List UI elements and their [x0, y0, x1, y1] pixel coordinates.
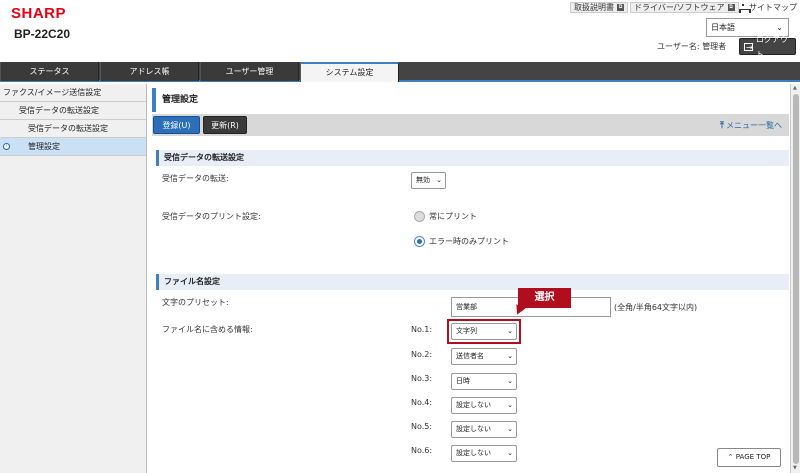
filename-include-label: ファイル名に含める情報:	[162, 325, 253, 334]
highlight-frame	[447, 319, 521, 344]
sidebar-item-fax-image-send[interactable]: ファクス/イメージ送信設定	[0, 84, 146, 102]
transfer-label: 受信データの転送:	[162, 174, 229, 183]
radio-always-print-label: 常にプリント	[429, 212, 477, 221]
chevron-down-icon: ⌄	[507, 401, 513, 409]
filename-select-4[interactable]: 設定しない ⌄	[451, 397, 517, 414]
scrollbar-thumb[interactable]	[793, 94, 799, 464]
transfer-select[interactable]: 無効 ⌄	[411, 172, 446, 189]
radio-error-only-print-label: エラー時のみプリント	[429, 237, 509, 246]
sidebar-item-admin-settings[interactable]: › 管理設定	[0, 138, 146, 156]
radio-always-print[interactable]	[414, 211, 425, 222]
page-title: 管理設定	[152, 88, 789, 112]
menu-list-label: メニュー一覧へ	[725, 121, 782, 130]
preset-hint: (全角/半角64文字以内)	[614, 303, 698, 312]
sidebar-item-forwarding[interactable]: 受信データの転送設定	[0, 102, 146, 120]
tab-system-settings[interactable]: システム設定	[300, 62, 399, 82]
tab-address-book[interactable]: アドレス帳	[100, 62, 199, 81]
sitemap-label: サイトマップ	[749, 3, 797, 12]
driver-link-label: ドライバー/ソフトウェア	[634, 3, 725, 12]
filename-select-3-value: 日時	[456, 377, 470, 385]
save-button[interactable]: 登録(U)	[153, 116, 200, 134]
chevron-down-icon: ⌄	[507, 425, 513, 433]
sitemap-link[interactable]: サイトマップ	[739, 2, 797, 13]
chevron-down-icon: ⌄	[507, 377, 513, 385]
row-no-3: No.3:	[411, 374, 433, 383]
sitemap-icon	[739, 3, 751, 13]
row-no-1: No.1:	[411, 325, 433, 334]
main-tabbar: ステータス アドレス帳 ユーザー管理 システム設定	[0, 62, 800, 82]
sidebar-item-label: 管理設定	[28, 142, 60, 151]
chevron-down-icon: ⌄	[507, 352, 513, 360]
filename-select-2[interactable]: 送信者名 ⌄	[451, 348, 517, 365]
refresh-button[interactable]: 更新(R)	[203, 116, 247, 134]
tab-user-management[interactable]: ユーザー管理	[200, 62, 299, 81]
print-setting-label: 受信データのプリント設定:	[162, 212, 261, 221]
filename-select-5[interactable]: 設定しない ⌄	[451, 421, 517, 438]
filename-select-6[interactable]: 設定しない ⌄	[451, 445, 517, 462]
arrow-up-icon: ⤒	[720, 120, 724, 131]
scroll-up-icon[interactable]: ▲	[793, 85, 797, 91]
menu-list-link[interactable]: ⤒ メニュー一覧へ	[720, 120, 782, 131]
tab-status[interactable]: ステータス	[0, 62, 99, 81]
chevron-down-icon: ⌄	[436, 176, 442, 184]
preset-label: 文字のプリセット:	[162, 298, 229, 307]
radio-error-only-print[interactable]	[414, 236, 425, 247]
page-top-button[interactable]: ⌃ PAGE TOP	[717, 448, 781, 467]
selected-bullet-icon: ›	[3, 143, 10, 150]
section-title-filename: ファイル名設定	[156, 274, 789, 290]
row-no-4: No.4:	[411, 398, 433, 407]
language-value: 日本語	[711, 23, 735, 32]
row-no-5: No.5:	[411, 422, 433, 431]
filename-select-5-value: 設定しない	[456, 425, 491, 433]
caret-up-icon: ⌃	[727, 453, 734, 461]
external-link-icon: ⧉	[727, 4, 735, 11]
manual-link-label: 取扱説明書	[574, 3, 614, 12]
external-link-icon: ⧉	[617, 4, 624, 11]
filename-select-2-value: 送信者名	[456, 352, 484, 360]
username-label: ユーザー名: 管理者	[657, 42, 727, 51]
scroll-down-icon[interactable]: ▼	[793, 465, 797, 471]
sharp-logo: SHARP	[11, 5, 67, 22]
chevron-down-icon: ⌄	[507, 449, 513, 457]
action-bar: 登録(U) 更新(R) ⤒ メニュー一覧へ	[152, 114, 789, 136]
filename-select-6-value: 設定しない	[456, 449, 491, 457]
manual-link[interactable]: 取扱説明書 ⧉	[570, 2, 628, 13]
main-content: 管理設定 登録(U) 更新(R) ⤒ メニュー一覧へ 受信データの転送設定 受信…	[152, 84, 789, 473]
page-top-label: PAGE TOP	[735, 453, 771, 461]
driver-link[interactable]: ドライバー/ソフトウェア ⧉	[630, 2, 739, 13]
row-no-6: No.6:	[411, 446, 433, 455]
vertical-scrollbar[interactable]: ▲ ▼	[790, 84, 800, 473]
logout-label: ログアウト	[755, 34, 788, 59]
logout-icon	[744, 40, 753, 55]
transfer-value: 無効	[416, 176, 430, 184]
header: SHARP BP-22C20 取扱説明書 ⧉ ドライバー/ソフトウェア ⧉ サイ…	[0, 0, 800, 62]
logout-button[interactable]: ログアウト	[739, 35, 796, 59]
sidebar-item-forwarding-sub[interactable]: 受信データの転送設定	[0, 120, 146, 138]
row-no-2: No.2:	[411, 350, 433, 359]
callout-select: 選択	[518, 288, 571, 308]
filename-select-3[interactable]: 日時 ⌄	[451, 373, 517, 390]
filename-select-4-value: 設定しない	[456, 401, 491, 409]
model-name: BP-22C20	[14, 27, 71, 41]
sidebar: ファクス/イメージ送信設定 受信データの転送設定 受信データの転送設定 › 管理…	[0, 84, 147, 473]
section-title-forwarding: 受信データの転送設定	[156, 150, 789, 166]
